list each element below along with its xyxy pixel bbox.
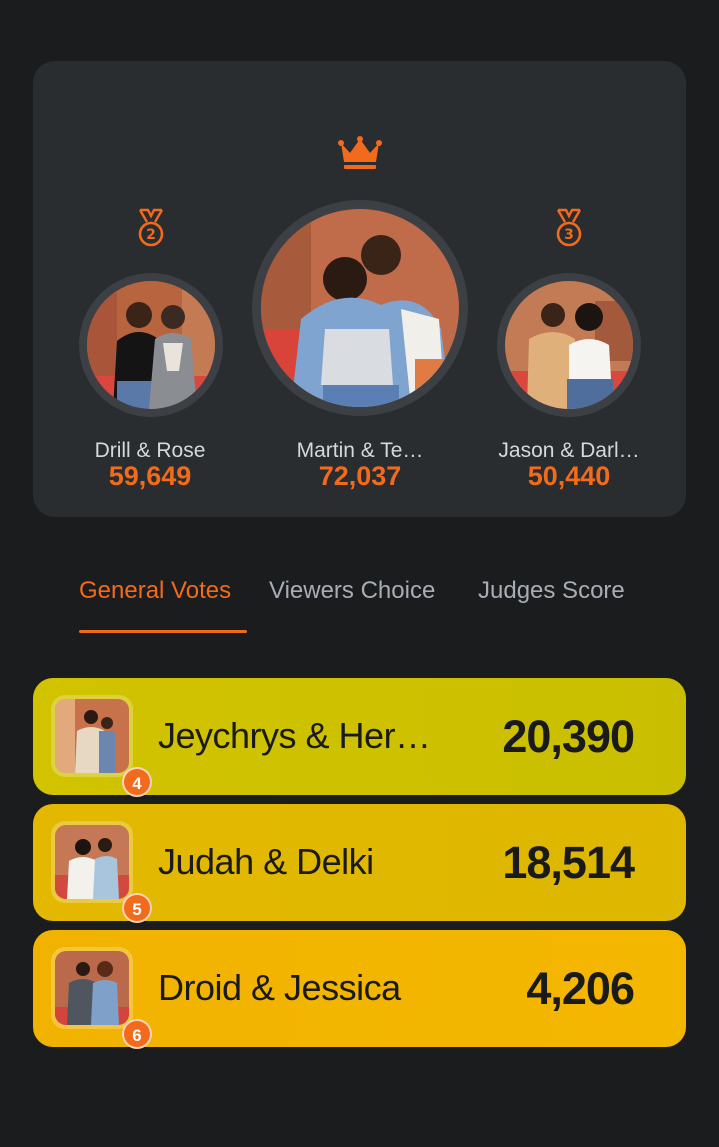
tab-judges-score[interactable]: Judges Score [478,577,625,605]
tab-general-votes[interactable]: General Votes [79,577,231,605]
couple-photo [55,699,129,773]
rank-badge: 4 [122,767,152,797]
contestant-name: Jeychrys & Her… [158,715,431,756]
podium-votes-second: 59,649 [108,461,192,491]
medal-icon: 2 [138,208,164,247]
podium-name-second: Drill & Rose [94,439,206,462]
vote-count: 20,390 [502,711,635,762]
thumbnail-frame: 5 [51,821,152,923]
avatar-first-place[interactable] [252,200,468,416]
couple-photo [55,825,129,899]
thumbnail-frame: 4 [51,695,152,797]
active-tab-indicator [79,630,247,633]
leaderboard-row[interactable]: 5 Judah & Delki 18,514 [33,804,686,923]
medal-icon: 3 [556,208,582,247]
podium-votes-first: 72,037 [318,461,402,491]
couple-photo [55,951,129,1025]
rank-badge: 6 [122,1019,152,1049]
tab-viewers-choice[interactable]: Viewers Choice [269,577,435,605]
couple-photo [261,209,459,407]
couple-photo [87,281,215,409]
leaderboard-row[interactable]: 6 Droid & Jessica 4,206 [33,930,686,1049]
vote-count: 4,206 [526,963,635,1014]
medal-rank-text: 2 [146,227,156,243]
thumbnail-frame: 6 [51,947,152,1049]
couple-photo [505,281,633,409]
podium-name-third: Jason & Darl… [498,439,640,462]
rank-badge: 5 [122,893,152,923]
vote-count: 18,514 [502,837,635,888]
medal-rank-text: 3 [564,227,574,243]
podium-votes-third: 50,440 [527,461,611,491]
leaderboard-row[interactable]: 4 Jeychrys & Her… 20,390 [33,678,686,797]
contestant-name: Droid & Jessica [158,967,401,1008]
avatar-third-place[interactable] [497,273,641,417]
avatar-second-place[interactable] [79,273,223,417]
contestant-name: Judah & Delki [158,841,374,882]
crown-icon [338,136,382,169]
podium-name-first: Martin & Te… [296,439,424,462]
